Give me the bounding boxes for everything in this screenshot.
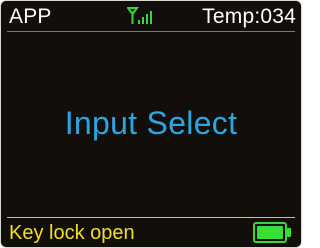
signal-bar-2 [142,17,144,24]
signal-bar-1 [138,20,140,24]
signal-bar-4 [150,11,152,24]
bottom-divider [7,217,295,218]
temperature-label: Temp:034 [202,5,296,28]
antenna-mast [131,13,134,24]
signal-antenna-icon [127,7,152,24]
top-status-bar: APP Temp:034 [1,1,301,32]
battery-full-icon [253,222,287,243]
page-title: Input Select [64,105,238,141]
battery-level-fill [257,226,283,239]
battery-cap [287,228,291,237]
top-divider [7,31,295,32]
key-lock-status: Key lock open [9,222,135,244]
device-screen: APP Temp:034 Input Select Key lock open [0,0,302,248]
signal-bar-3 [146,14,148,24]
app-label: APP [9,5,52,28]
signal-antenna-icon-shape [127,7,152,24]
